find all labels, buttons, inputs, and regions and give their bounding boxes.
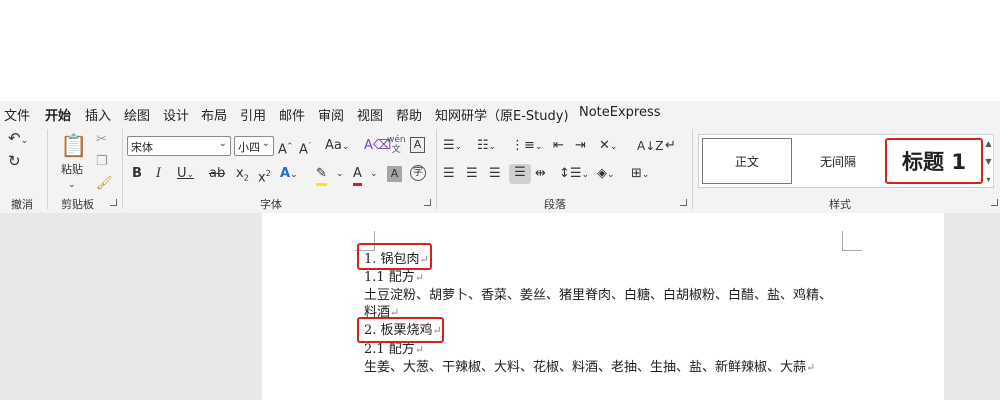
highlight-color-icon[interactable]: ✎: [316, 165, 327, 186]
doc-line[interactable]: 土豆淀粉、胡萝卜、香菜、姜丝、猪里脊肉、白糖、白胡椒粉、白醋、盐、鸡精、: [364, 287, 832, 305]
shading-icon[interactable]: ◈⌄: [597, 165, 615, 184]
styles-launcher-icon[interactable]: [991, 199, 998, 206]
grow-font-icon[interactable]: A^: [278, 137, 293, 159]
undo-group-label: 撤消: [11, 198, 33, 211]
document-page[interactable]: 1. 锅包肉↵ 1.1 配方↵ 土豆淀粉、胡萝卜、香菜、姜丝、猪里脊肉、白糖、白…: [262, 213, 944, 400]
chevron-down-icon[interactable]: ⌄: [68, 176, 76, 194]
font-launcher-icon[interactable]: [424, 199, 431, 206]
menu-view[interactable]: 视图: [357, 105, 383, 124]
menu-layout[interactable]: 布局: [201, 105, 227, 124]
character-shading-icon[interactable]: A: [387, 166, 402, 182]
paragraph-group-label: 段落: [544, 198, 566, 211]
doc-line[interactable]: 生姜、大葱、干辣椒、大料、花椒、料酒、老抽、生抽、盐、新鲜辣椒、大蒜↵: [364, 359, 815, 377]
align-left-icon[interactable]: ☰: [443, 165, 455, 183]
superscript-icon[interactable]: x2: [258, 165, 271, 187]
cut-icon[interactable]: ✂: [96, 131, 107, 149]
clipboard-group-label: 剪贴板: [61, 198, 94, 211]
style-no-spacing[interactable]: 无间隔: [797, 138, 879, 184]
font-name-value: 宋体: [131, 141, 153, 154]
font-name-select[interactable]: 宋体 ⌄: [127, 136, 231, 156]
borders-icon[interactable]: ⊞⌄: [631, 165, 649, 184]
menu-file[interactable]: 文件: [4, 105, 30, 124]
copy-icon[interactable]: ❐: [96, 153, 108, 171]
styles-group-label: 样式: [829, 198, 851, 211]
paragraph-mark: ↵: [414, 343, 425, 356]
bullets-icon[interactable]: ☰⌄: [443, 137, 462, 156]
menu-references[interactable]: 引用: [240, 105, 266, 124]
line-text: 2.1 配方: [364, 342, 415, 357]
increase-indent-icon[interactable]: ⇥: [575, 137, 586, 155]
enclose-characters-icon[interactable]: 字: [410, 165, 426, 181]
numbering-icon[interactable]: ☷⌄: [477, 137, 496, 156]
style-normal[interactable]: 正文: [702, 138, 792, 184]
align-center-icon[interactable]: ☰: [466, 165, 478, 183]
justify-icon[interactable]: ☰: [509, 164, 531, 184]
styles-gallery: 正文 无间隔 标题 1: [698, 134, 994, 188]
style-heading-1[interactable]: 标题 1: [885, 138, 983, 184]
menu-cnki-estudy[interactable]: 知网研学（原E-Study): [435, 105, 569, 124]
clipboard-launcher-icon[interactable]: [110, 199, 117, 206]
separator: [692, 129, 693, 209]
font-size-value: 小四: [238, 141, 260, 154]
ribbon: ↶⌄ ↻ 撤消 📋 粘贴 ⌄ ✂ ❐ 🖌 剪贴板 宋体 ⌄ 小四 ⌄ A^ Aˇ A…: [0, 125, 1000, 213]
menu-help[interactable]: 帮助: [396, 105, 422, 124]
chevron-up-icon[interactable]: ▲: [985, 139, 991, 148]
menu-noteexpress[interactable]: NoteExpress: [579, 105, 661, 120]
distributed-icon[interactable]: ⇹: [535, 165, 546, 183]
more-styles-icon[interactable]: ▾: [986, 175, 990, 184]
font-size-select[interactable]: 小四 ⌄: [234, 136, 274, 156]
font-color-icon[interactable]: A: [353, 165, 362, 186]
sort-icon[interactable]: A↓Z: [637, 137, 663, 155]
menu-design[interactable]: 设计: [163, 105, 189, 124]
menu-bar: 文件 开始 插入 绘图 设计 布局 引用 邮件 审阅 视图 帮助 知网研学（原E…: [0, 101, 1000, 128]
strikethrough-icon[interactable]: ab: [209, 165, 225, 183]
paste-icon[interactable]: 📋: [60, 132, 88, 162]
format-painter-icon[interactable]: 🖌: [96, 175, 113, 193]
subscript-icon[interactable]: x2: [236, 165, 249, 188]
separator: [47, 129, 48, 209]
menu-insert[interactable]: 插入: [85, 105, 111, 124]
chevron-down-icon[interactable]: ⌄: [370, 165, 378, 183]
change-case-icon[interactable]: Aa⌄: [325, 137, 349, 156]
underline-icon[interactable]: U⌄: [177, 165, 194, 184]
separator: [436, 129, 437, 209]
line-spacing-icon[interactable]: ↕☰⌄: [559, 165, 589, 184]
paragraph-launcher-icon[interactable]: [680, 199, 687, 206]
multilevel-list-icon[interactable]: ⋮≡⌄: [511, 137, 542, 156]
doc-line[interactable]: 1.1 配方↵: [364, 269, 424, 287]
paragraph-mark: ↵: [806, 361, 816, 374]
chevron-down-icon[interactable]: ⌄: [336, 165, 344, 183]
chinese-layout-icon[interactable]: ✕⌄: [599, 137, 617, 156]
redo-icon[interactable]: ↻: [8, 152, 21, 170]
chevron-down-icon[interactable]: ▼: [985, 157, 991, 166]
separator: [122, 129, 123, 209]
menu-home[interactable]: 开始: [45, 105, 71, 128]
italic-icon[interactable]: I: [156, 165, 161, 183]
menu-draw[interactable]: 绘图: [124, 105, 150, 124]
chevron-down-icon: ⌄: [218, 138, 227, 149]
styles-scroll[interactable]: ▲ ▼ ▾: [983, 134, 994, 188]
align-right-icon[interactable]: ☰: [489, 165, 501, 183]
text-effects-icon[interactable]: A⌄: [280, 165, 298, 184]
margin-corner-mark: [842, 231, 862, 251]
heading-highlight-box: [357, 317, 444, 343]
menu-mailings[interactable]: 邮件: [279, 105, 305, 124]
document-area: 1. 锅包肉↵ 1.1 配方↵ 土豆淀粉、胡萝卜、香菜、姜丝、猪里脊肉、白糖、白…: [0, 213, 1000, 400]
character-border-icon[interactable]: A: [410, 137, 425, 153]
phonetic-guide-icon[interactable]: wén 文: [387, 135, 406, 155]
font-group-label: 字体: [260, 198, 282, 211]
paragraph-mark: ↵: [414, 271, 425, 284]
line-text: 1.1 配方: [364, 270, 415, 285]
heading-highlight-box: [357, 243, 432, 270]
shrink-font-icon[interactable]: Aˇ: [299, 137, 311, 159]
menu-review[interactable]: 审阅: [318, 105, 344, 124]
line-text: 土豆淀粉、胡萝卜、香菜、姜丝、猪里脊肉、白糖、白胡椒粉、白醋、盐、鸡精、: [364, 288, 833, 303]
show-marks-icon[interactable]: ↵: [665, 137, 676, 155]
doc-line[interactable]: 2.1 配方↵: [364, 341, 424, 359]
line-text: 生姜、大葱、干辣椒、大料、花椒、料酒、老抽、生抽、盐、新鲜辣椒、大蒜: [364, 360, 807, 375]
bold-icon[interactable]: B: [132, 165, 142, 183]
decrease-indent-icon[interactable]: ⇤: [553, 137, 564, 155]
undo-icon[interactable]: ↶⌄: [8, 129, 28, 150]
chevron-down-icon: ⌄: [261, 138, 270, 149]
